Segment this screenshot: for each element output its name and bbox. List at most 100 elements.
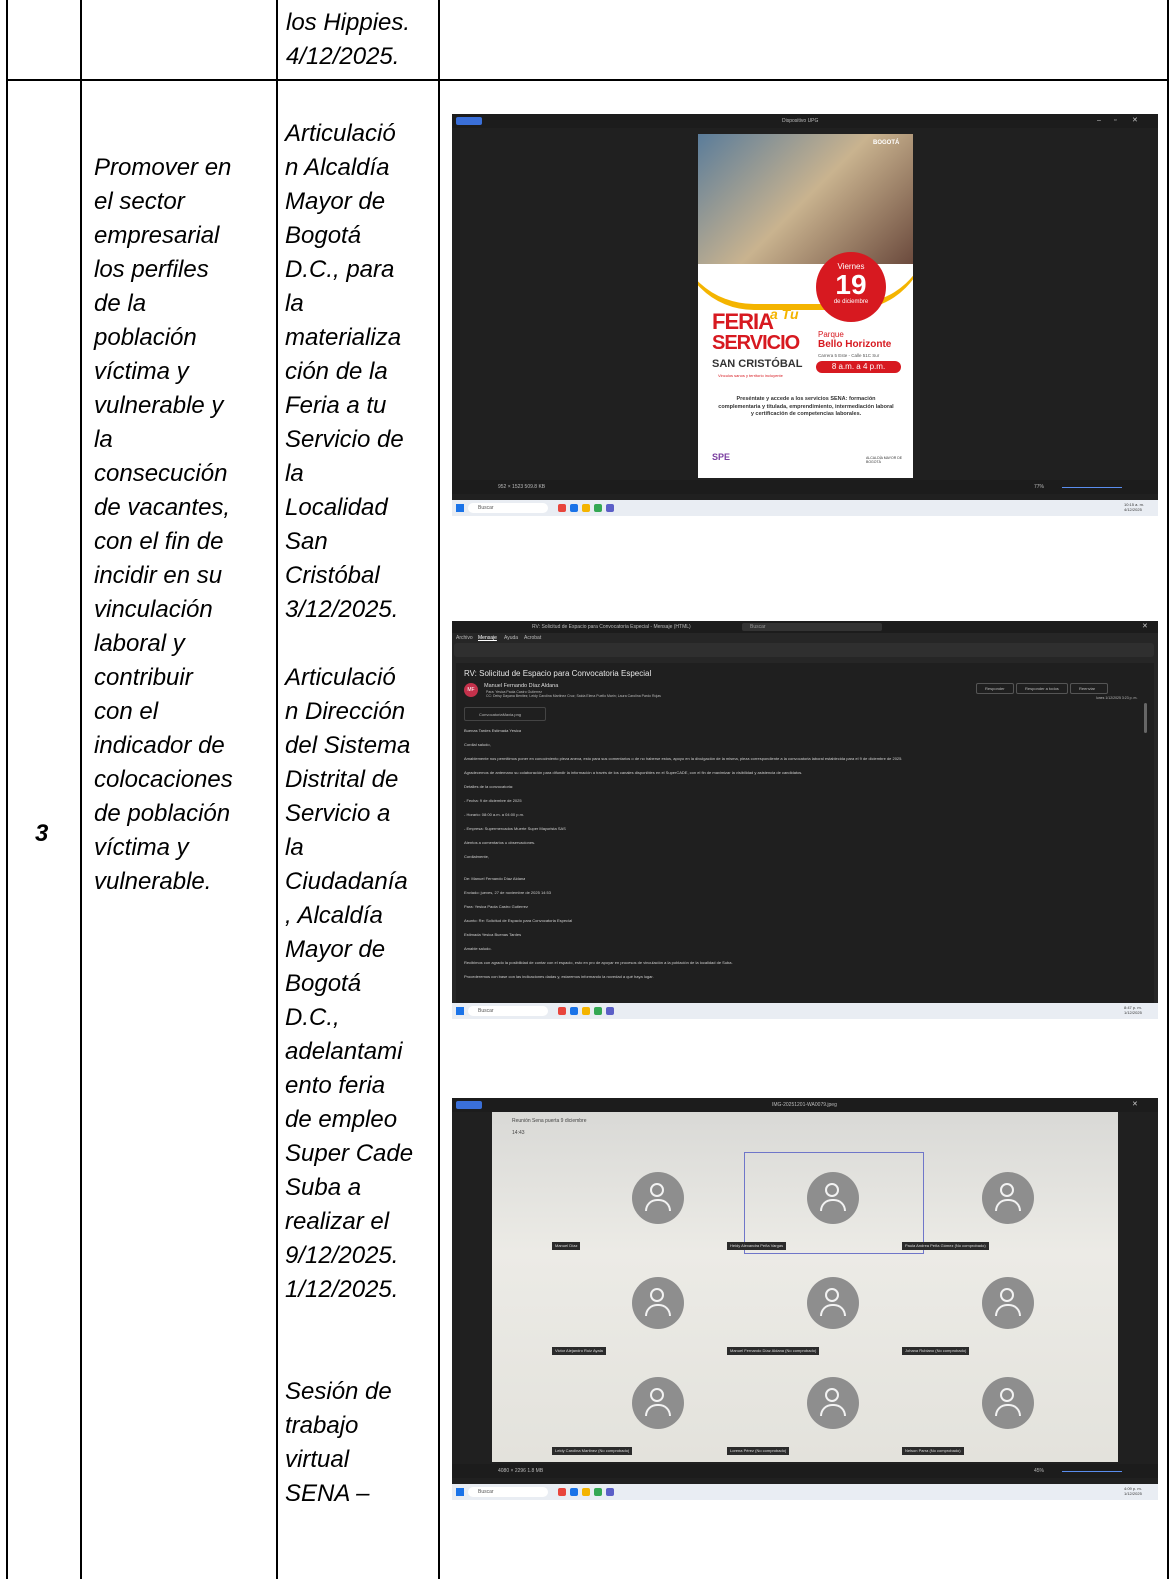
teams-icon[interactable] (606, 1488, 614, 1496)
objective-line: colocaciones (94, 766, 233, 793)
activity-line: Super Cade (285, 1140, 414, 1167)
objective-line: de la (94, 290, 147, 317)
app-icon[interactable] (594, 1488, 602, 1496)
close-icon[interactable]: ✕ (1132, 117, 1138, 124)
teams-icon[interactable] (606, 1007, 614, 1015)
poster-spe-logo: SPE (712, 452, 731, 462)
maximize-icon[interactable]: ▫ (1114, 117, 1116, 124)
poster-title-atu: a Tu (770, 306, 799, 322)
participant-avatar-icon (632, 1377, 684, 1429)
viewer-titlebar: IMG-20251201-WA0079.jpeg ✕ (452, 1098, 1158, 1112)
participant-name: Heidy Alexandra Peña Vargas (727, 1242, 787, 1250)
table-row-divider (6, 79, 1168, 81)
menu-item-archivo[interactable]: Archivo (456, 635, 473, 642)
participant-avatar-icon (982, 1172, 1034, 1224)
viewer-edit-button[interactable] (456, 1101, 482, 1109)
reply-all-label: Responder a todos (1025, 686, 1059, 691)
poster-locality: SAN CRISTÓBAL (712, 358, 803, 370)
poster-date-badge: Viernes 19 de diciembre (816, 252, 886, 322)
participant-avatar-icon (807, 1277, 859, 1329)
activity-line: SENA – (285, 1480, 370, 1507)
email-body-line: Asunto: Re: Solicitud de Espacio para Co… (464, 918, 573, 923)
file-explorer-icon[interactable] (582, 1488, 590, 1496)
file-explorer-icon[interactable] (582, 1007, 590, 1015)
objective-line: consecución (94, 460, 228, 487)
taskbar: Buscar 4:09 p. m. 1/12/2025 (452, 1484, 1158, 1500)
taskbar-clock: 10:15 a. m. 4/12/2025 (1124, 502, 1145, 512)
viewer-edit-button[interactable] (456, 117, 482, 125)
minimize-icon[interactable]: – (1097, 117, 1101, 124)
chrome-icon[interactable] (558, 1007, 566, 1015)
forward-label: Reenviar (1079, 686, 1096, 691)
menu-item-ayuda[interactable]: Ayuda (504, 635, 518, 642)
email-body-line: Atentos a comentarios u observaciones. (464, 840, 536, 845)
objective-line: laboral y (94, 630, 185, 657)
taskbar: Buscar 8:47 p. m. 1/12/2025 (452, 1003, 1158, 1019)
image-info: 4080 × 2296 1.8 MB (498, 1468, 544, 1474)
zoom-level: 77% (1034, 484, 1045, 490)
email-scrollbar[interactable] (1144, 703, 1147, 733)
activity-line: realizar el (285, 1208, 390, 1235)
edge-icon[interactable] (570, 1488, 578, 1496)
email-cc: CC: Deisy Dayana Benitez; Leidy Carolina… (486, 694, 661, 698)
close-icon[interactable]: ✕ (1142, 623, 1148, 630)
edge-icon[interactable] (570, 1007, 578, 1015)
activity-line: Feria a tu (285, 392, 387, 419)
activity-line: materializa (285, 324, 402, 351)
participant-name: Manuel Díaz (552, 1242, 581, 1250)
windows-start-icon[interactable] (456, 1007, 464, 1015)
email-body-line: - Horario: 08:00 a.m. a 04:00 p.m. (464, 812, 525, 817)
activity-line: Articulació (285, 120, 396, 147)
participant-name: Leidy Carolina Martinez (No comprobado) (552, 1447, 633, 1455)
close-icon[interactable]: ✕ (1132, 1101, 1138, 1108)
email-search-input[interactable]: Buscar (742, 623, 882, 631)
poster: BOGOTÁ Viernes 19 de diciembre FERIA a T… (698, 134, 913, 478)
participant-name: Paula Andrea Peña Gómez (No comprobado) (902, 1242, 989, 1250)
activity-line: D.C., para (285, 256, 395, 283)
teams-icon[interactable] (606, 504, 614, 512)
reply-button[interactable]: Responder (976, 683, 1014, 694)
activity-line: Bogotá (285, 970, 362, 997)
email-search-placeholder: Buscar (750, 624, 766, 630)
participant-name: Nelson Parra (No comprobado) (902, 1447, 964, 1455)
zoom-slider[interactable] (1062, 1471, 1122, 1472)
activity-line: San (285, 528, 328, 555)
file-explorer-icon[interactable] (582, 504, 590, 512)
taskbar-search-label: Buscar (478, 505, 494, 511)
row-number: 3 (35, 820, 49, 847)
menu-item-acrobat[interactable]: Acrobat (524, 635, 541, 642)
edge-icon[interactable] (570, 504, 578, 512)
viewer-titlebar: Dispositivo UPG ✕ ▫ – (452, 114, 1158, 128)
menu-item-mensaje[interactable]: Mensaje (478, 635, 497, 642)
chrome-icon[interactable] (558, 504, 566, 512)
zoom-level: 45% (1034, 1468, 1045, 1474)
activity-line: Mayor de (285, 936, 386, 963)
objective-line: incidir en su (94, 562, 223, 589)
app-icon[interactable] (594, 1007, 602, 1015)
email-body-line: Cordialmente, (464, 854, 489, 859)
taskbar-clock: 8:47 p. m. 1/12/2025 (1124, 1005, 1142, 1015)
email-window-title: RV: Solicitud de Espacio para Convocator… (532, 624, 691, 630)
app-icon[interactable] (594, 504, 602, 512)
email-reading-pane: RV: Solicitud de Espacio para Convocator… (456, 663, 1154, 1003)
attachment[interactable]: ConvocatoriaMaxia.png (464, 707, 546, 721)
objective-line: contribuir (94, 664, 193, 691)
taskbar-search[interactable]: Buscar (468, 503, 548, 513)
reply-all-button[interactable]: Responder a todos (1016, 683, 1068, 694)
email-body-line: Recibimos con agrado la posibilidad de c… (464, 960, 733, 965)
chrome-icon[interactable] (558, 1488, 566, 1496)
activity-line: virtual (285, 1446, 350, 1473)
windows-start-icon[interactable] (456, 504, 464, 512)
sender-name: Manuel Fernando Díaz Aldana (484, 683, 559, 689)
participant-avatar-icon (807, 1172, 859, 1224)
email-body-line: Cordial saludo, (464, 742, 491, 747)
windows-start-icon[interactable] (456, 1488, 464, 1496)
taskbar-search[interactable]: Buscar (468, 1006, 548, 1016)
email-body-line: Agradecemos de antemano su colaboración … (464, 770, 803, 775)
forward-button[interactable]: Reenviar (1070, 683, 1108, 694)
previous-row-activity: los Hippies. 4/12/2025. (286, 6, 410, 74)
table-border-right (1167, 0, 1169, 1579)
activity-line: Servicio a (285, 800, 391, 827)
zoom-slider[interactable] (1062, 487, 1122, 488)
taskbar-search[interactable]: Buscar (468, 1487, 548, 1497)
